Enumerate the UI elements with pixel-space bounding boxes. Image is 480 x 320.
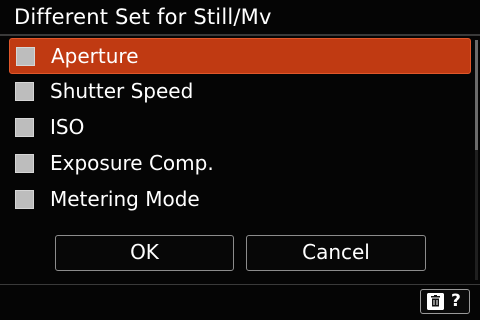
list-item-exposure-comp[interactable]: Exposure Comp. (9, 146, 471, 182)
cancel-button[interactable]: Cancel (246, 235, 426, 271)
title-divider (0, 34, 480, 36)
checkbox[interactable] (16, 47, 35, 66)
footer-divider (0, 284, 480, 285)
list-item-label: Shutter Speed (50, 79, 194, 103)
scrollbar-thumb[interactable] (475, 40, 478, 150)
checkbox[interactable] (15, 190, 34, 209)
help-icon[interactable]: ? (451, 291, 461, 311)
trash-icon[interactable] (427, 293, 444, 310)
ok-button[interactable]: OK (55, 235, 234, 271)
list-item-iso[interactable]: ISO (9, 110, 471, 146)
camera-menu-screen: Different Set for Still/Mv Aperture Shut… (0, 0, 480, 320)
list-item-shutter-speed[interactable]: Shutter Speed (9, 74, 471, 110)
list-item-label: Aperture (51, 44, 139, 68)
list-item-aperture[interactable]: Aperture (9, 38, 471, 74)
checkbox[interactable] (15, 82, 34, 101)
list-item-label: Metering Mode (50, 187, 200, 211)
checkbox[interactable] (15, 154, 34, 173)
list-item-metering-mode[interactable]: Metering Mode (9, 182, 471, 218)
list-item-label: Exposure Comp. (50, 151, 214, 175)
checkbox[interactable] (15, 118, 34, 137)
page-title: Different Set for Still/Mv (14, 5, 272, 29)
scrollbar[interactable] (475, 40, 478, 280)
footer-action-box[interactable]: ? (420, 289, 470, 314)
list-item-label: ISO (50, 115, 85, 139)
